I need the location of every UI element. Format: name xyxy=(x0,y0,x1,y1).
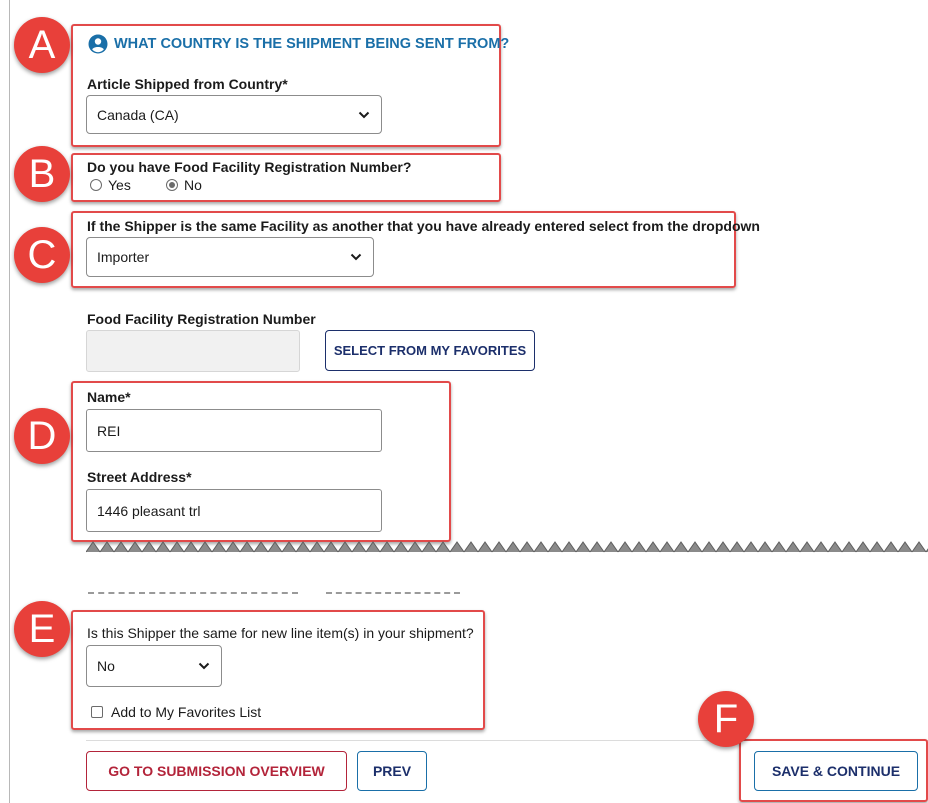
go-to-submission-overview-button[interactable]: GO TO SUBMISSION OVERVIEW xyxy=(86,751,347,791)
radio-yes[interactable]: Yes xyxy=(90,177,131,193)
callout-e: E xyxy=(14,601,70,657)
chevron-down-icon xyxy=(349,250,363,264)
chevron-down-icon xyxy=(357,108,371,122)
street-address-label: Street Address* xyxy=(87,469,192,485)
radio-no[interactable]: No xyxy=(166,177,202,193)
add-to-favorites-checkbox-row[interactable]: Add to My Favorites List xyxy=(91,704,261,720)
same-facility-select[interactable]: Importer xyxy=(86,237,374,277)
user-circle-icon xyxy=(88,34,108,54)
add-to-favorites-checkbox[interactable] xyxy=(91,706,103,718)
ffr-number-label: Food Facility Registration Number xyxy=(87,311,316,327)
chevron-down-icon xyxy=(197,659,211,673)
country-select[interactable]: Canada (CA) xyxy=(86,95,382,134)
ffr-number-input[interactable] xyxy=(86,330,300,372)
callout-f: F xyxy=(698,691,754,747)
save-and-continue-button[interactable]: SAVE & CONTINUE xyxy=(754,751,918,791)
callout-d: D xyxy=(14,408,70,464)
add-to-favorites-label: Add to My Favorites List xyxy=(111,704,262,720)
same-shipper-question: Is this Shipper the same for new line it… xyxy=(87,625,474,641)
radio-yes-label: Yes xyxy=(108,177,131,193)
ffr-question: Do you have Food Facility Registration N… xyxy=(87,159,412,175)
same-shipper-select[interactable]: No xyxy=(86,645,222,687)
country-select-value: Canada (CA) xyxy=(97,106,179,123)
same-shipper-select-value: No xyxy=(97,658,115,674)
name-label: Name* xyxy=(87,389,131,405)
callout-c: C xyxy=(14,227,70,283)
radio-no-circle[interactable] xyxy=(166,179,178,191)
torn-edge-divider xyxy=(86,536,928,558)
name-input[interactable]: REI xyxy=(86,409,382,452)
section-heading-text: WHAT COUNTRY IS THE SHIPMENT BEING SENT … xyxy=(114,36,510,52)
same-facility-select-value: Importer xyxy=(97,249,150,265)
callout-a: A xyxy=(14,17,70,73)
same-facility-question: If the Shipper is the same Facility as a… xyxy=(87,218,760,234)
country-label: Article Shipped from Country* xyxy=(87,76,288,92)
hidden-field-edge-right xyxy=(326,592,460,594)
section-heading: WHAT COUNTRY IS THE SHIPMENT BEING SENT … xyxy=(88,34,509,54)
prev-button[interactable]: PREV xyxy=(357,751,427,791)
select-from-favorites-button[interactable]: SELECT FROM MY FAVORITES xyxy=(325,330,535,371)
radio-no-label: No xyxy=(184,177,202,193)
street-address-input[interactable]: 1446 pleasant trl xyxy=(86,489,382,532)
callout-b: B xyxy=(14,146,70,202)
hidden-field-edge-left xyxy=(88,592,298,594)
radio-yes-circle[interactable] xyxy=(90,179,102,191)
